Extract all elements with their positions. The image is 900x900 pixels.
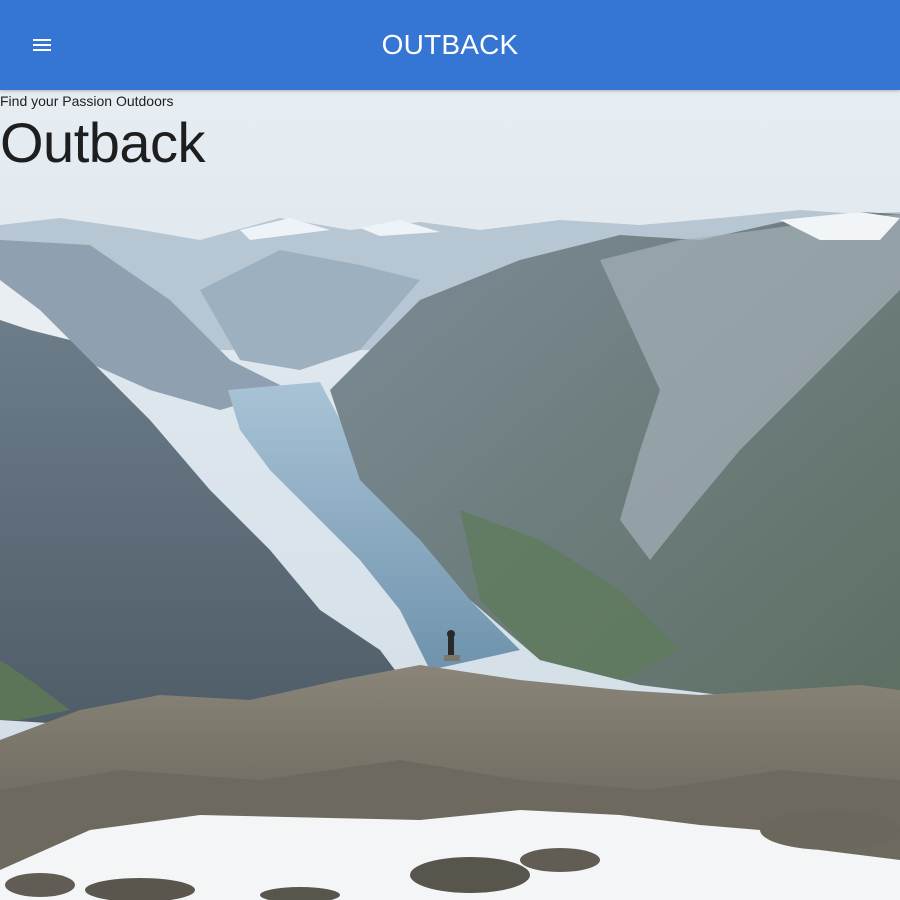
hero-tagline: Find your Passion Outdoors [0, 93, 174, 109]
hero-section: Find your Passion Outdoors Outback [0, 90, 900, 900]
app-title: OUTBACK [381, 29, 519, 60]
hero-image [0, 90, 900, 900]
menu-icon[interactable] [28, 31, 56, 59]
app-bar: OUTBACK [0, 0, 900, 90]
hero-headline: Outback [0, 111, 206, 174]
hero-text: Find your Passion Outdoors Outback [0, 90, 206, 174]
